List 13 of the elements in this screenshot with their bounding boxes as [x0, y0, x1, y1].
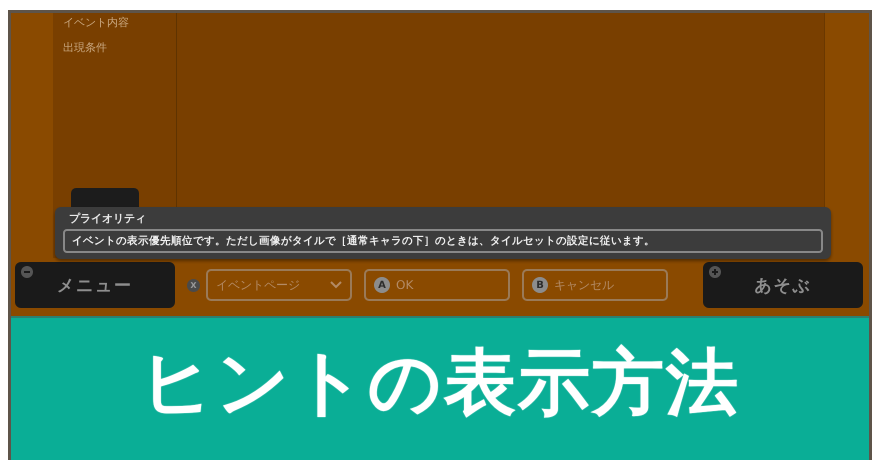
play-button[interactable]: あそぶ	[703, 262, 863, 308]
sidebar-item[interactable]: イベント内容	[63, 15, 166, 30]
banner-title: ヒントの表示方法	[140, 338, 740, 426]
hint-text: イベントの表示優先順位です。ただし画像がタイルで［通常キャラの下］のときは、タイルセットの設定に従います。	[63, 229, 823, 253]
key-icon: A	[374, 277, 390, 293]
action-button[interactable]: A OK	[364, 269, 510, 301]
page-dropdown[interactable]: イベントページ	[206, 269, 352, 301]
key-icon: X	[187, 278, 200, 292]
menu-button[interactable]: メニュー	[15, 262, 175, 308]
sidebar-item[interactable]: 出現条件	[63, 40, 166, 55]
key-icon: B	[532, 277, 548, 293]
action-button[interactable]: B キャンセル	[522, 269, 668, 301]
hint-title: プライオリティ	[69, 211, 147, 226]
